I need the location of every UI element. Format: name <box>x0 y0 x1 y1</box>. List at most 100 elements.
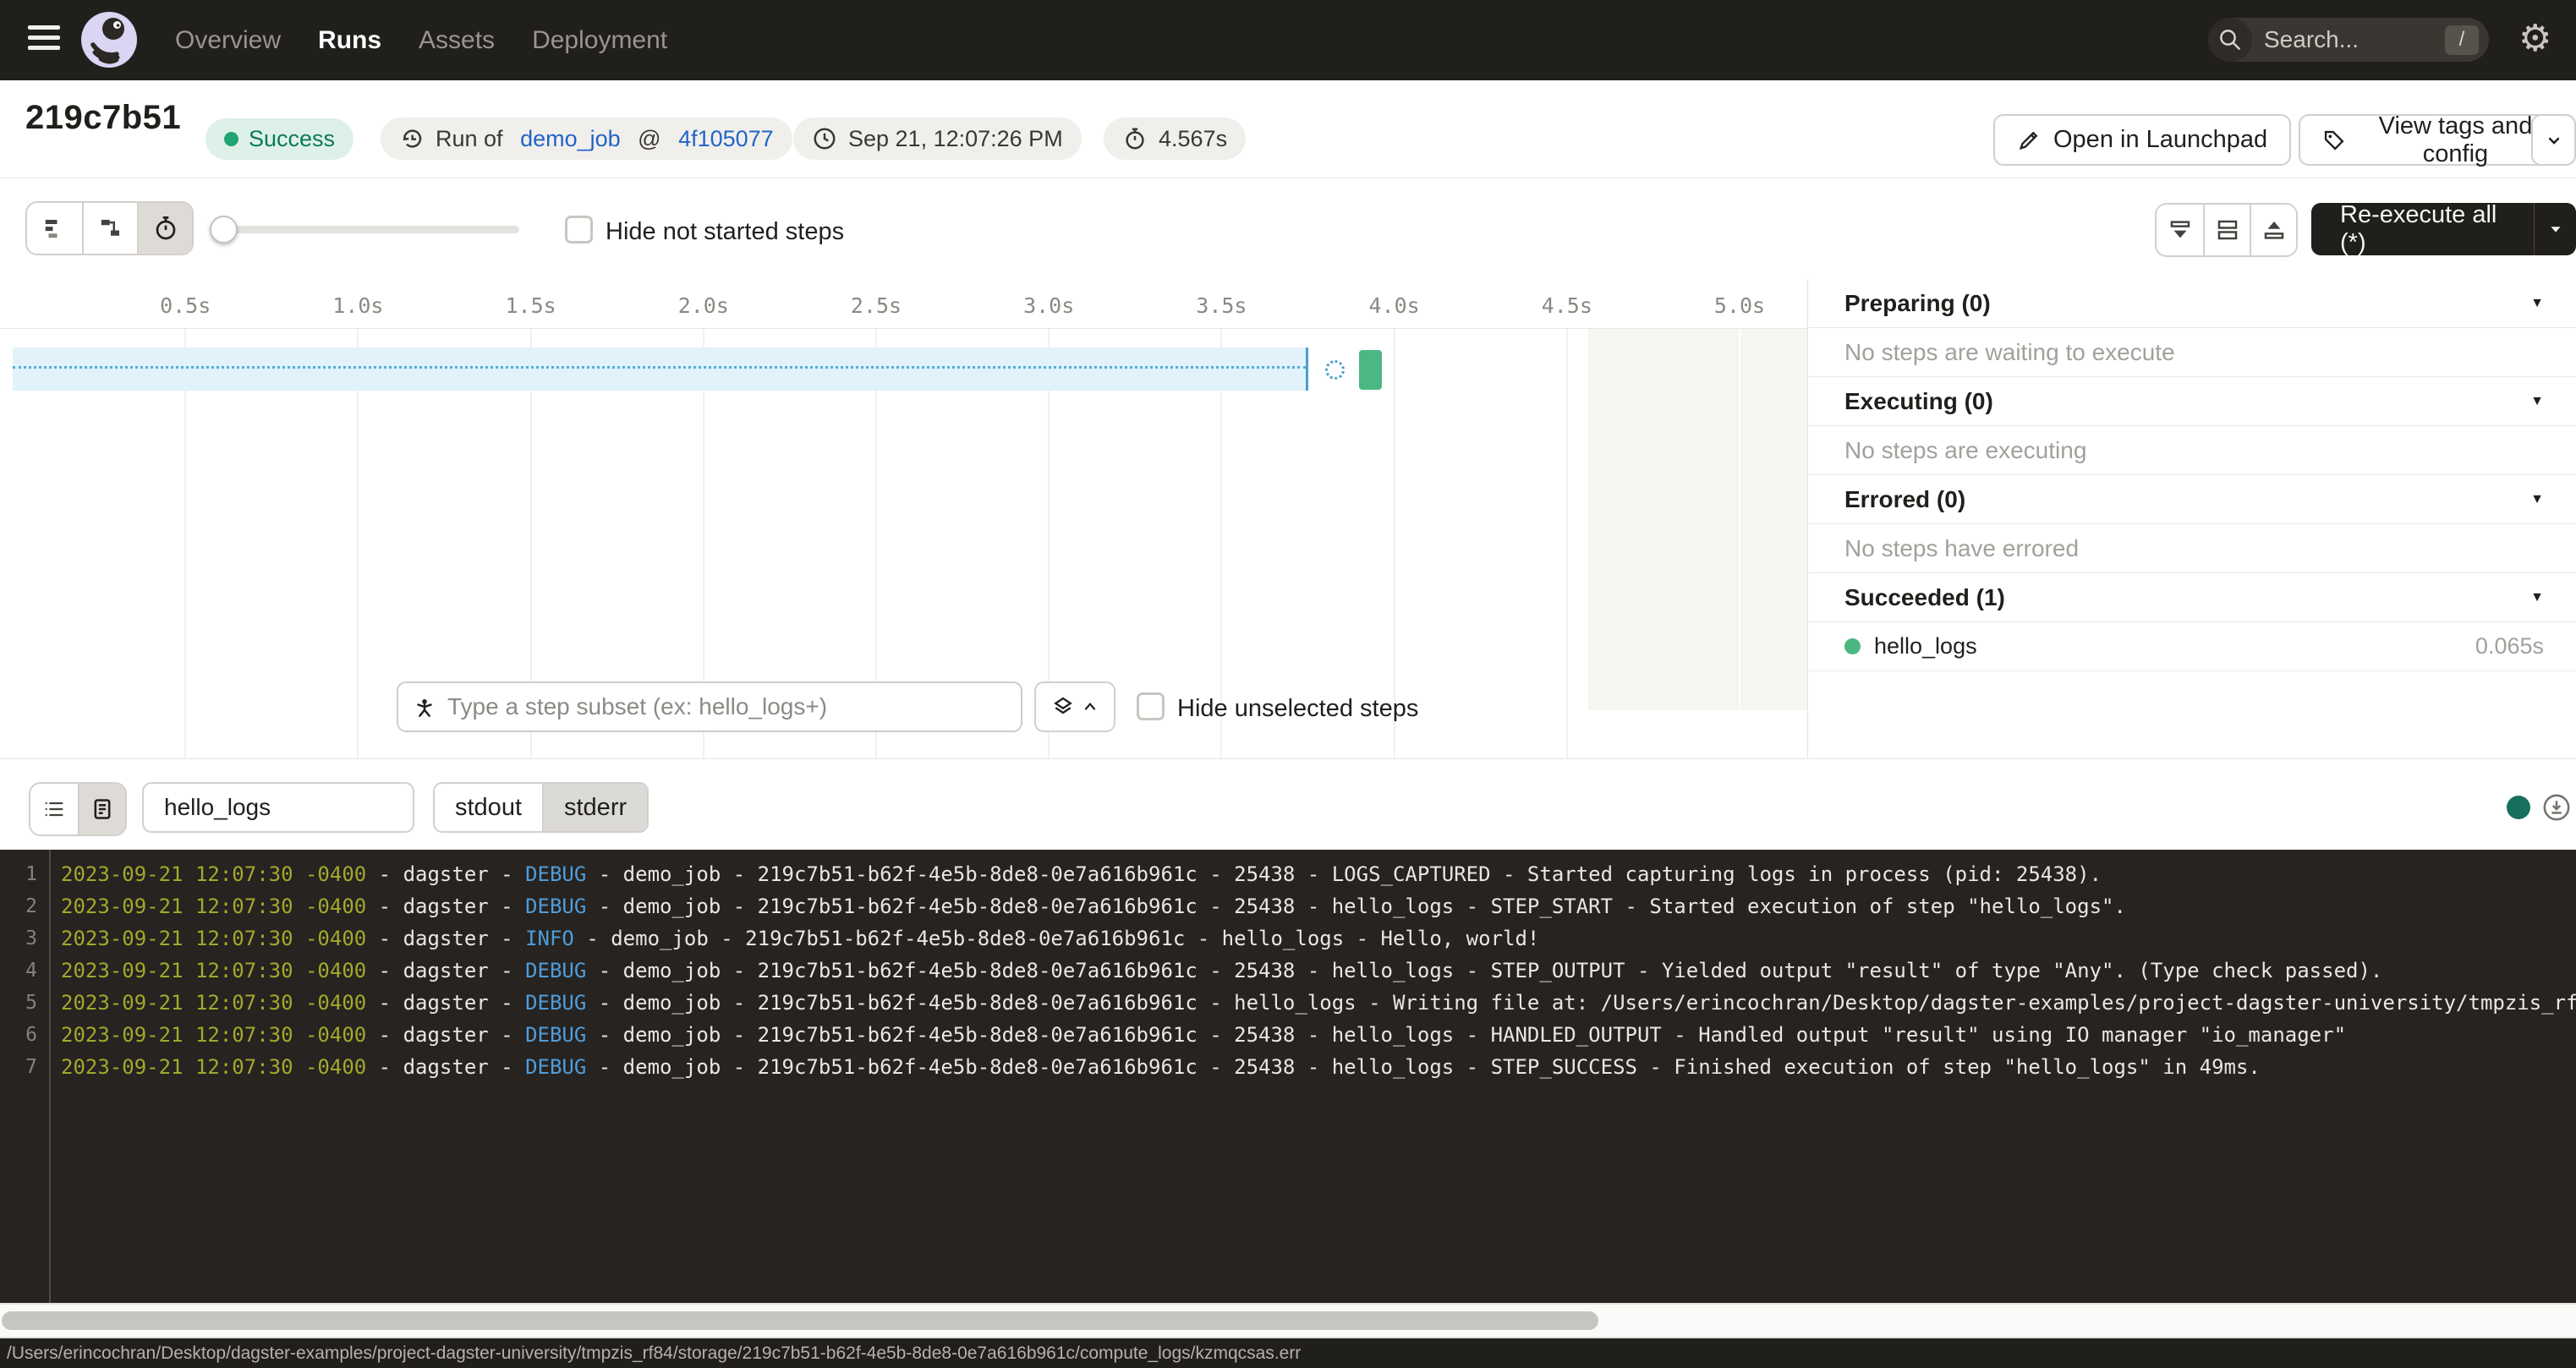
step-duration: 0.065s <box>2475 633 2544 659</box>
log-toolbar: hello_logs stdoutstderr <box>0 759 2576 850</box>
axis-baseline <box>0 328 1807 329</box>
run-actions-dropdown-button[interactable] <box>2531 114 2576 166</box>
tag-icon <box>2322 129 2346 152</box>
log-output: 12023-09-21 12:07:30 -0400 - dagster - D… <box>0 850 2576 1303</box>
reexecute-all-button[interactable]: Re-execute all (*) <box>2311 201 2534 257</box>
section-header-errored[interactable]: Errored (0)▼ <box>1808 475 2576 524</box>
hamburger-menu-icon[interactable] <box>28 25 60 54</box>
waterfall-view-icon <box>98 216 123 241</box>
out-of-run-shade <box>1588 329 1807 710</box>
stopwatch-icon <box>1122 126 1148 151</box>
gantt-step-bar-hello_logs[interactable] <box>1359 350 1382 390</box>
nav-item-assets[interactable]: Assets <box>419 26 495 55</box>
axis-gridline <box>357 329 359 758</box>
search-input[interactable]: Search... / <box>2208 18 2489 62</box>
section-title: Errored (0) <box>1844 486 1965 513</box>
log-step-filter-input[interactable]: hello_logs <box>142 782 414 833</box>
log-line-number: 4 <box>0 960 37 982</box>
reexecute-button: Re-execute all (*) <box>2311 203 2576 255</box>
split-panel-button[interactable] <box>2203 205 2250 255</box>
status-label: Success <box>249 126 335 152</box>
axis-tick-label: 0.5s <box>160 293 211 318</box>
log-line: 12023-09-21 12:07:30 -0400 - dagster - D… <box>0 858 2576 890</box>
run-of-label: Run of <box>436 126 509 152</box>
step-name: hello_logs <box>1874 633 1977 659</box>
download-log-icon[interactable] <box>2542 793 2571 822</box>
axis-gridline <box>184 329 186 758</box>
gantt-view-mode-group <box>25 201 194 255</box>
commit-link[interactable]: 4f105077 <box>678 126 774 152</box>
waiting-dotted-line <box>13 366 1306 369</box>
log-capture-status-dot <box>2507 796 2530 819</box>
status-dot-icon <box>224 132 238 146</box>
raw-log-view-button[interactable] <box>78 784 125 834</box>
section-caret-icon: ▼ <box>2530 296 2544 311</box>
step-row[interactable]: hello_logs 0.065s <box>1808 622 2576 671</box>
log-view-toggle-group <box>29 782 127 836</box>
log-gutter-divider <box>49 850 51 1303</box>
panel-expand-group <box>2155 203 2298 257</box>
section-caret-icon: ▼ <box>2530 590 2544 605</box>
graph-query-toggle-button[interactable] <box>1034 681 1115 732</box>
step-success-dot-icon <box>1844 638 1861 654</box>
section-header-succeeded[interactable]: Succeeded (1) ▼ <box>1808 573 2576 622</box>
hide-unselected-label[interactable]: Hide unselected steps <box>1177 695 1418 723</box>
log-line: 52023-09-21 12:07:30 -0400 - dagster - D… <box>0 987 2576 1019</box>
axis-tick-label: 4.0s <box>1368 293 1419 318</box>
tab-stdout[interactable]: stdout <box>435 784 542 831</box>
nav-item-overview[interactable]: Overview <box>175 26 281 55</box>
status-bar: /Users/erincochran/Desktop/dagster-examp… <box>0 1338 2576 1368</box>
axis-tick-label: 4.5s <box>1542 293 1592 318</box>
section-header-executing[interactable]: Executing (0)▼ <box>1808 377 2576 426</box>
hide-not-started-checkbox[interactable] <box>565 216 593 244</box>
axis-tick-label: 2.5s <box>851 293 902 318</box>
log-line-text: 2023-09-21 12:07:30 -0400 - dagster - DE… <box>37 862 2102 886</box>
timing-stopwatch-icon <box>152 215 179 242</box>
gear-icon[interactable]: ⚙ <box>2518 17 2551 61</box>
flat-view-button[interactable] <box>27 203 82 254</box>
top-nav: Overview Runs Assets Deployment Search... /… <box>0 0 2576 80</box>
reexecute-dropdown-button[interactable] <box>2535 203 2576 255</box>
log-line-number: 7 <box>0 1056 37 1078</box>
hide-unselected-checkbox[interactable] <box>1137 692 1165 720</box>
horizontal-scrollbar <box>0 1303 2576 1338</box>
gantt-zoom-slider-handle[interactable] <box>210 216 238 244</box>
page-title-run-id: 219c7b51 <box>25 99 181 137</box>
log-line-number: 6 <box>0 1024 37 1046</box>
hide-not-started-label[interactable]: Hide not started steps <box>606 218 844 246</box>
section-header-preparing[interactable]: Preparing (0)▼ <box>1808 279 2576 328</box>
step-subset-input[interactable] <box>447 693 1007 720</box>
expand-panel-button[interactable] <box>2250 205 2296 255</box>
nav-items: Overview Runs Assets Deployment <box>175 0 667 80</box>
nav-item-deployment[interactable]: Deployment <box>532 26 667 55</box>
gantt-zoom-slider-track[interactable] <box>210 226 519 233</box>
horizontal-scrollbar-thumb[interactable] <box>2 1311 1598 1330</box>
structured-log-view-button[interactable] <box>30 784 78 834</box>
expand-up-icon <box>2261 217 2287 243</box>
at-separator: @ <box>632 126 667 152</box>
chevron-up-icon <box>1082 698 1099 715</box>
pencil-icon <box>2017 129 2041 152</box>
tab-stderr[interactable]: stderr <box>542 784 647 831</box>
axis-tick-label: 1.0s <box>332 293 383 318</box>
section-title: Succeeded (1) <box>1844 584 2005 611</box>
search-placeholder: Search... <box>2264 26 2445 53</box>
section-title: Executing (0) <box>1844 388 1993 415</box>
dagster-logo-icon[interactable] <box>80 11 138 73</box>
job-name-link[interactable]: demo_job <box>520 126 621 152</box>
nav-item-runs[interactable]: Runs <box>318 26 381 55</box>
open-in-launchpad-button[interactable]: Open in Launchpad <box>1993 114 2291 166</box>
step-status-panel: Preparing (0)▼No steps are waiting to ex… <box>1807 279 2576 758</box>
status-badge: Success <box>206 118 354 160</box>
log-line-number: 3 <box>0 928 37 949</box>
log-line-text: 2023-09-21 12:07:30 -0400 - dagster - IN… <box>37 927 1539 950</box>
axis-gridline <box>1394 329 1395 758</box>
waterfall-view-button[interactable] <box>82 203 137 254</box>
log-line-number: 2 <box>0 895 37 917</box>
timing-view-button[interactable] <box>137 203 192 254</box>
step-subset-inputbox <box>397 681 1022 732</box>
collapse-panel-button[interactable] <box>2157 205 2203 255</box>
run-of-tag: Run of demo_job @ 4f105077 <box>381 118 792 160</box>
search-shortcut-badge: / <box>2445 25 2479 55</box>
axis-tick-label: 1.5s <box>505 293 556 318</box>
